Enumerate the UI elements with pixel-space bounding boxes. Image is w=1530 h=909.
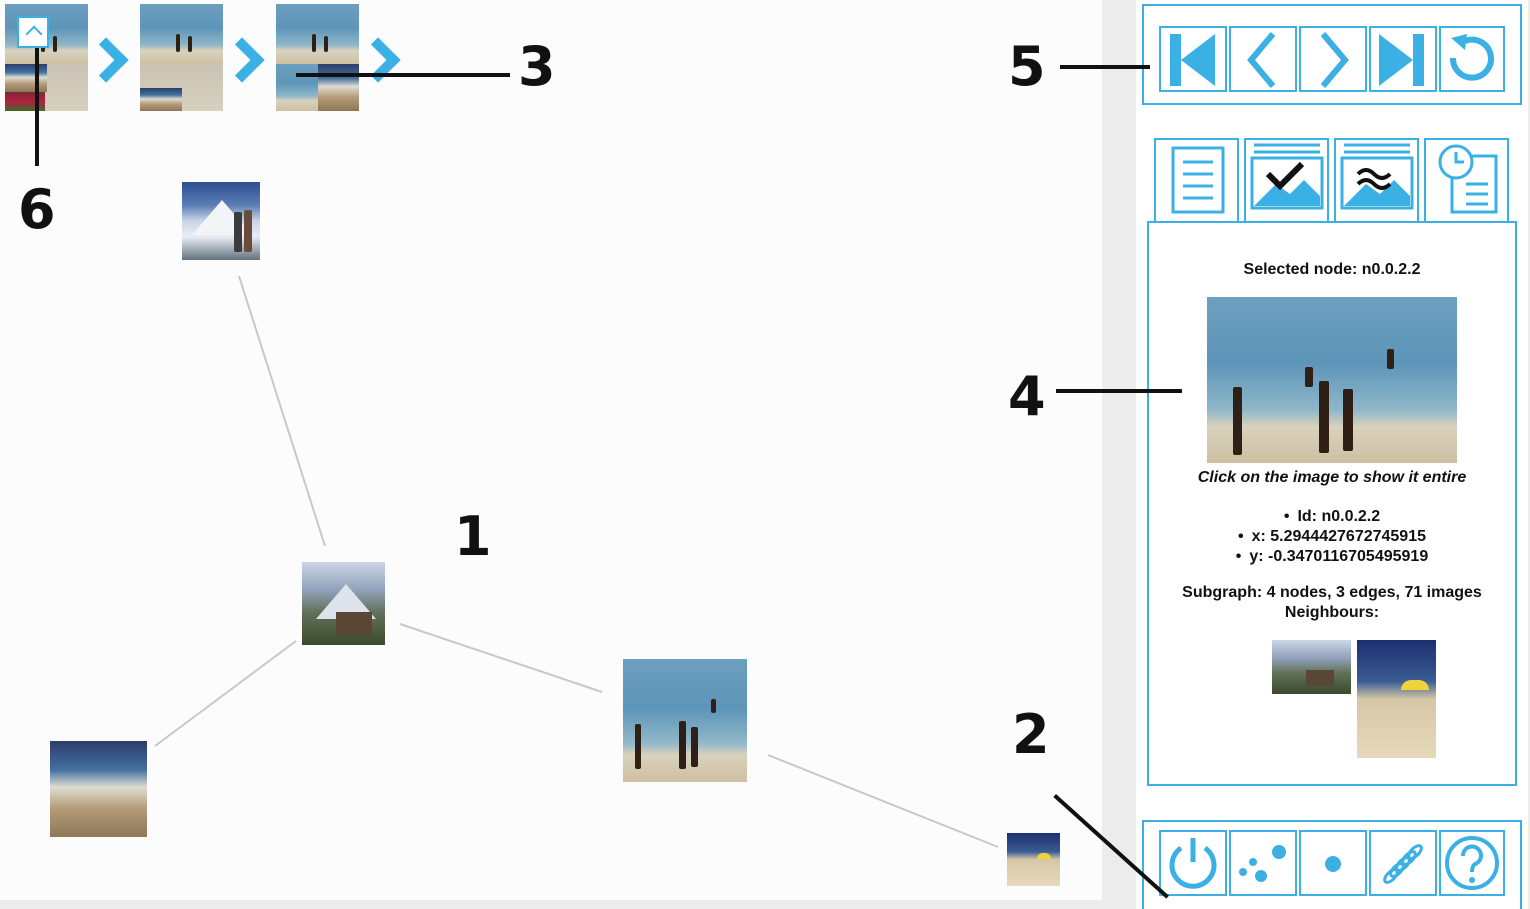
info-panel: Selected node: n0.0.2.2 Click on the ima…: [1147, 221, 1517, 786]
annotation-2: 2: [1012, 703, 1050, 766]
breadcrumb-thumbnail[interactable]: [276, 4, 359, 111]
reset-button[interactable]: [1439, 26, 1505, 92]
tab-history[interactable]: [1424, 138, 1509, 221]
node-id: Id: n0.0.2.2: [1149, 507, 1515, 527]
last-icon: [1379, 34, 1424, 86]
tab-selected-images[interactable]: [1244, 138, 1329, 221]
neighbour-thumbnail[interactable]: [1272, 640, 1351, 694]
graph-edges: [154, 275, 999, 848]
spring-icon: [1383, 844, 1423, 884]
neighbour-thumbnail[interactable]: [1357, 640, 1436, 758]
last-button[interactable]: [1369, 26, 1437, 92]
subgraph-info: Subgraph: 4 nodes, 3 edges, 71 images Ne…: [1149, 583, 1515, 623]
scatter-layout-button[interactable]: [1229, 830, 1297, 896]
graph-bottom-edge: [0, 900, 1102, 909]
reset-icon: [1449, 34, 1494, 81]
graph-node[interactable]: [182, 182, 260, 260]
graph-node[interactable]: [1007, 833, 1060, 886]
next-button[interactable]: [1299, 26, 1367, 92]
annotation-4: 4: [1008, 365, 1046, 428]
selected-node-image[interactable]: [1207, 297, 1457, 463]
graph-edge: [767, 754, 999, 848]
image-check-icon: [1250, 143, 1324, 210]
annotation-5: 5: [1008, 35, 1046, 98]
selected-node-label: Selected node: n0.0.2.2: [1243, 261, 1421, 278]
first-button[interactable]: [1159, 26, 1227, 92]
previous-icon: [1247, 32, 1276, 88]
graph-node-selected[interactable]: [623, 659, 747, 782]
next-icon: [1320, 32, 1349, 88]
help-icon: [1445, 836, 1499, 890]
annotation-line-5: [1060, 65, 1150, 69]
document-icon: [1171, 146, 1225, 214]
back-button[interactable]: [17, 16, 49, 48]
help-button[interactable]: [1439, 830, 1505, 896]
first-icon: [1170, 34, 1215, 86]
history-icon: [1438, 144, 1498, 214]
annotation-line-6: [35, 48, 39, 166]
image-caption: Click on the image to show it entire: [1197, 469, 1467, 486]
power-icon: [1169, 838, 1217, 889]
graph-edge: [399, 623, 603, 693]
annotation-3: 3: [518, 35, 556, 98]
annotation-1: 1: [454, 505, 492, 568]
tab-similar-images[interactable]: [1334, 138, 1419, 221]
image-similar-icon: [1340, 143, 1414, 210]
panel-divider: [1102, 0, 1136, 909]
annotation-line-3: [296, 73, 510, 77]
subgraph-summary: Subgraph: 4 nodes, 3 edges, 71 images: [1182, 584, 1482, 601]
annotation-6: 6: [18, 178, 56, 241]
breadcrumb-thumbnail[interactable]: [140, 4, 223, 111]
graph-edge: [154, 640, 297, 747]
node-y: y: -0.3470116705495919: [1149, 547, 1515, 567]
chevron-up-icon: [25, 25, 43, 43]
spring-layout-button[interactable]: [1369, 830, 1437, 896]
graph-node[interactable]: [302, 562, 385, 645]
dot-icon: [1325, 856, 1341, 872]
single-node-button[interactable]: [1299, 830, 1367, 896]
tab-details[interactable]: [1154, 138, 1239, 221]
scatter-icon: [1239, 845, 1286, 882]
power-button[interactable]: [1159, 830, 1227, 896]
annotation-line-4: [1056, 389, 1182, 393]
graph-edge: [238, 275, 326, 547]
node-properties: Id: n0.0.2.2 x: 5.2944427672745915 y: -0…: [1149, 507, 1515, 567]
previous-button[interactable]: [1229, 26, 1297, 92]
graph-node[interactable]: [50, 741, 147, 837]
neighbours-label: Neighbours:: [1284, 604, 1380, 621]
node-x: x: 5.2944427672745915: [1149, 527, 1515, 547]
